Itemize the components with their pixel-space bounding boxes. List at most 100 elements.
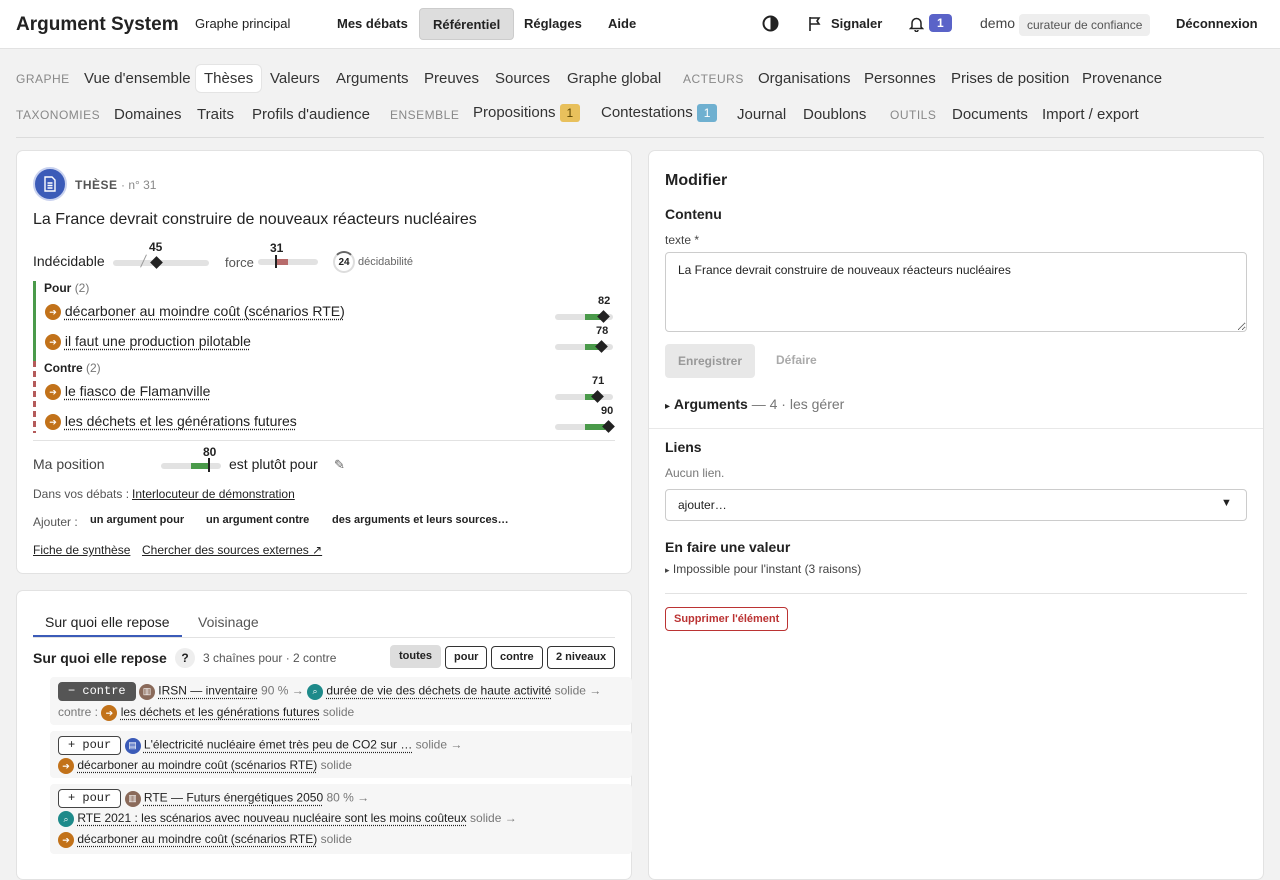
- nav-organisations[interactable]: Organisations: [758, 70, 851, 87]
- nav-values[interactable]: Valeurs: [270, 70, 320, 87]
- pour-bar: [33, 281, 36, 367]
- contre-argument-2[interactable]: ➔ les déchets et les générations futures: [45, 413, 297, 431]
- text-field-label: texte *: [665, 233, 700, 247]
- report-button[interactable]: Signaler: [831, 16, 882, 31]
- nav-arguments[interactable]: Arguments: [336, 70, 409, 87]
- nav-duplicates[interactable]: Doublons: [803, 106, 866, 123]
- external-sources-link[interactable]: Chercher des sources externes ↗: [142, 543, 322, 557]
- tab-neighborhood[interactable]: Voisinage: [198, 614, 259, 630]
- bell-icon[interactable]: [908, 16, 925, 37]
- nav-domains[interactable]: Domaines: [114, 106, 182, 123]
- chain-evidence[interactable]: durée de vie des déchets de haute activi…: [326, 684, 551, 698]
- force-fill: [276, 259, 288, 265]
- nav-people[interactable]: Personnes: [864, 70, 936, 87]
- in-debates-label: Dans vos débats :: [33, 487, 130, 501]
- tab-divider: [33, 637, 615, 638]
- nav-traits[interactable]: Traits: [197, 106, 234, 123]
- pour-argument-1[interactable]: ➔ décarboner au moindre coût (scénarios …: [45, 303, 345, 321]
- in-debates-link[interactable]: Interlocuteur de démonstration: [132, 487, 295, 501]
- nav-overview[interactable]: Vue d'ensemble: [84, 70, 191, 87]
- contestations-count: 1: [696, 104, 718, 122]
- nav-contestations-label: Contestations: [601, 104, 693, 121]
- pour-marker-1: [597, 310, 610, 323]
- secondary-nav: GRAPHE Vue d'ensemble Thèses Valeurs Arg…: [0, 49, 1280, 138]
- nav-settings[interactable]: Réglages: [511, 8, 595, 40]
- nav-section-tools: OUTILS: [890, 108, 937, 122]
- graph-link[interactable]: Graphe principal: [195, 16, 290, 31]
- nav-section-graph: GRAPHE: [16, 72, 70, 86]
- nav-contestations[interactable]: Contestations 1: [601, 104, 718, 122]
- nav-my-debates[interactable]: Mes débats: [324, 8, 421, 40]
- contre-argument-1[interactable]: ➔ le fiasco de Flamanville: [45, 383, 210, 401]
- nav-positions[interactable]: Prises de position: [951, 70, 1069, 87]
- nav-provenance[interactable]: Provenance: [1082, 70, 1162, 87]
- edit-title: Modifier: [665, 172, 728, 189]
- nav-global-graph[interactable]: Graphe global: [567, 70, 661, 87]
- add-argument-pour-button[interactable]: un argument pour: [90, 514, 184, 526]
- add-link-select[interactable]: ajouter… ▼: [665, 489, 1247, 521]
- thesis-card: THÈSE · n° 31 La France devrait construi…: [16, 150, 632, 574]
- pour-score-1: 82: [598, 295, 611, 307]
- chain-source[interactable]: IRSN — inventaire: [158, 684, 257, 698]
- contre-score-2: 90: [601, 405, 614, 417]
- contre-marker-2: [602, 420, 615, 433]
- chain-argument[interactable]: décarboner au moindre coût (scénarios RT…: [77, 832, 317, 846]
- impossible-toggle[interactable]: ▸ Impossible pour l'instant (3 raisons): [665, 562, 861, 576]
- chain-line-2: ➔ décarboner au moindre coût (scénarios …: [58, 758, 352, 774]
- status-value: 45: [149, 240, 163, 254]
- arguments-toggle[interactable]: ▸ Arguments — 4 · les gérer: [665, 396, 844, 412]
- chain-source[interactable]: RTE — Futurs énergétiques 2050: [144, 791, 323, 805]
- nav-documents[interactable]: Documents: [952, 106, 1028, 123]
- filter-pour[interactable]: pour: [445, 646, 488, 669]
- add-argument-contre-button[interactable]: un argument contre: [206, 514, 309, 526]
- nav-sources[interactable]: Sources: [495, 70, 550, 87]
- nav-journal[interactable]: Journal: [737, 106, 786, 123]
- chain-evidence[interactable]: RTE 2021 : les scénarios avec nouveau nu…: [77, 811, 466, 825]
- book-icon: ▥: [138, 683, 155, 700]
- logout-button[interactable]: Déconnexion: [1176, 16, 1258, 31]
- pour-heading: Pour (2): [44, 281, 90, 295]
- chain-pour-button[interactable]: + pour: [58, 789, 122, 808]
- nav-evidence[interactable]: Preuves: [424, 70, 479, 87]
- edit-pencil-icon[interactable]: ✎: [334, 457, 345, 473]
- add-link-select-value: ajouter…: [678, 498, 727, 512]
- nav-theses[interactable]: Thèses: [196, 65, 262, 92]
- chain-contre-button[interactable]: − contre: [58, 682, 136, 701]
- delete-button[interactable]: Supprimer l'élément: [665, 607, 789, 631]
- contrast-icon[interactable]: [762, 15, 779, 37]
- save-button[interactable]: Enregistrer: [665, 344, 756, 378]
- undo-button[interactable]: Défaire: [776, 353, 817, 367]
- tab-repose[interactable]: Sur quoi elle repose: [45, 614, 170, 630]
- argument-icon: ➔: [58, 758, 74, 774]
- text-field[interactable]: La France devrait construire de nouveaux…: [665, 252, 1247, 332]
- chain-line-1: + pour ▤ L'électricité nucléaire émet tr…: [58, 736, 462, 755]
- argument-icon: ➔: [58, 832, 74, 848]
- help-button[interactable]: ?: [175, 648, 195, 668]
- filter-two-levels[interactable]: 2 niveaux: [547, 646, 616, 669]
- flag-icon: [808, 16, 822, 37]
- my-position-marker[interactable]: [208, 458, 210, 472]
- pour-argument-2[interactable]: ➔ il faut une production pilotable: [45, 333, 251, 351]
- filter-contre[interactable]: contre: [491, 646, 543, 669]
- filter-all[interactable]: toutes: [390, 645, 441, 668]
- chain-argument[interactable]: décarboner au moindre coût (scénarios RT…: [77, 758, 317, 772]
- links-heading: Liens: [665, 439, 702, 455]
- notification-count[interactable]: 1: [929, 14, 952, 32]
- thesis-title: La France devrait construire de nouveaux…: [33, 211, 477, 228]
- nav-help[interactable]: Aide: [595, 8, 649, 40]
- chain-thesis[interactable]: L'électricité nucléaire émet très peu de…: [144, 738, 412, 752]
- force-label: force: [225, 255, 254, 270]
- decidability-value: 24: [338, 256, 350, 268]
- add-arguments-sources-button[interactable]: des arguments et leurs sources…: [332, 514, 509, 526]
- chain-argument[interactable]: les déchets et les générations futures: [121, 705, 320, 719]
- app-title: Argument System: [16, 14, 179, 35]
- nav-audience-profiles[interactable]: Profils d'audience: [252, 106, 370, 123]
- nav-section-actors: ACTEURS: [683, 72, 744, 86]
- chain-line-3: ➔ décarboner au moindre coût (scénarios …: [58, 832, 352, 848]
- nav-referentiel[interactable]: Référentiel: [419, 8, 515, 40]
- nav-propositions[interactable]: Propositions 1: [473, 104, 581, 122]
- chain-pour-button[interactable]: + pour: [58, 736, 122, 755]
- summary-sheet-link[interactable]: Fiche de synthèse: [33, 543, 130, 557]
- contre-marker-1: [591, 390, 604, 403]
- nav-import-export[interactable]: Import / export: [1042, 106, 1139, 123]
